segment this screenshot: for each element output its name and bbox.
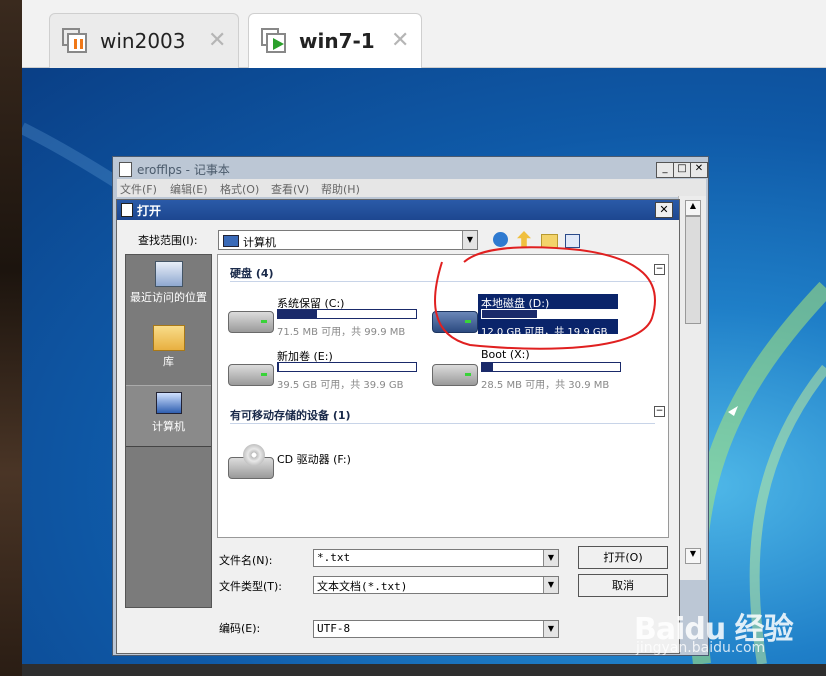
place-label: 最近访问的位置 [130, 291, 207, 304]
drive-f[interactable]: CD 驱动器 (F:) [220, 441, 420, 487]
encoding-combo[interactable]: UTF-8 ▼ [313, 620, 559, 638]
filename-value: *.txt [317, 551, 351, 564]
places-bar: 最近访问的位置 库 计算机 [125, 254, 212, 608]
vm-tab-label: win7-1 [299, 29, 375, 53]
nav-toolbar [493, 231, 593, 249]
lookin-combo[interactable]: 计算机 ▼ [218, 230, 478, 250]
notepad-titlebar: erofflps - 记事本 _ □ ✕ [117, 160, 708, 178]
notepad-icon [121, 203, 133, 217]
minimize-button[interactable]: _ [656, 162, 674, 178]
maximize-button[interactable]: □ [673, 162, 691, 178]
menu-format[interactable]: 格式(O) [220, 181, 259, 197]
close-icon[interactable]: ✕ [208, 28, 226, 53]
open-dialog: 打开 ✕ 查找范围(I): 计算机 ▼ 最近访问的位置 库 计算机 硬盘 (4)… [116, 199, 680, 654]
recent-places-icon [154, 261, 183, 287]
scroll-down-icon[interactable]: ▼ [685, 548, 701, 564]
collapse-icon[interactable]: − [654, 264, 665, 275]
dialog-close-button[interactable]: ✕ [655, 202, 673, 218]
group-header-removable[interactable]: 有可移动存储的设备 (1) [230, 407, 351, 423]
drive-c[interactable]: 系统保留 (C:) 71.5 MB 可用，共 99.9 MB [220, 295, 420, 341]
notepad-title: erofflps - 记事本 [137, 163, 230, 177]
scroll-up-icon[interactable]: ▲ [685, 200, 701, 216]
vm-paused-icon [62, 28, 87, 53]
notepad-menubar: 文件(F) 编辑(E) 格式(O) 查看(V) 帮助(H) [117, 179, 706, 197]
cd-drive-icon [228, 444, 274, 479]
vm-tab-win7-1[interactable]: win7-1 ✕ [248, 13, 422, 68]
harddisk-icon [432, 311, 478, 333]
filetype-label: 文件类型(T): [219, 580, 283, 593]
place-label: 计算机 [152, 420, 185, 433]
file-list: 硬盘 (4) − 系统保留 (C:) 71.5 MB 可用，共 99.9 MB … [217, 254, 669, 538]
drive-free-space: 28.5 MB 可用，共 30.9 MB [481, 380, 610, 391]
dialog-title: 打开 [137, 204, 162, 218]
place-recent[interactable]: 最近访问的位置 [126, 259, 211, 323]
drive-name: Boot (X:) [481, 348, 530, 361]
drive-usage-bar [481, 309, 621, 319]
menu-view[interactable]: 查看(V) [271, 181, 309, 197]
menu-file[interactable]: 文件(F) [120, 181, 157, 197]
watermark-url: jingyan.baidu.com [636, 640, 766, 656]
view-menu-icon[interactable] [565, 234, 580, 248]
place-library[interactable]: 库 [126, 325, 211, 377]
menu-edit[interactable]: 编辑(E) [170, 181, 208, 197]
harddisk-icon [228, 364, 274, 386]
vm-tab-bar: win2003 ✕ win7-1 ✕ [22, 0, 826, 68]
lookin-value: 计算机 [243, 236, 276, 249]
place-computer[interactable]: 计算机 [126, 385, 211, 447]
drive-name: CD 驱动器 (F:) [277, 453, 351, 466]
drive-free-space: 39.5 GB 可用，共 39.9 GB [277, 380, 404, 391]
harddisk-icon [228, 311, 274, 333]
dropdown-arrow-icon[interactable]: ▼ [543, 550, 558, 566]
library-icon [152, 325, 185, 351]
computer-icon [155, 392, 182, 414]
drive-d[interactable]: 本地磁盘 (D:) 12.0 GB 可用，共 19.9 GB [424, 294, 624, 341]
group-header-harddisks[interactable]: 硬盘 (4) [230, 265, 274, 281]
up-folder-icon[interactable] [517, 231, 531, 247]
dropdown-arrow-icon[interactable]: ▼ [543, 577, 558, 593]
vm-tab-win2003[interactable]: win2003 ✕ [49, 13, 239, 68]
drive-usage-bar [481, 362, 621, 372]
notepad-icon [119, 162, 132, 177]
encoding-value: UTF-8 [317, 622, 351, 635]
drive-free-space: 71.5 MB 可用，共 99.9 MB [277, 327, 406, 338]
new-folder-icon[interactable] [541, 234, 558, 248]
bottom-bar [22, 664, 826, 676]
back-icon[interactable] [493, 232, 508, 247]
drive-usage-bar [277, 362, 417, 372]
scroll-thumb[interactable] [685, 216, 701, 324]
group-divider [230, 281, 655, 282]
encoding-label: 编码(E): [219, 622, 261, 635]
drive-x[interactable]: Boot (X:) 28.5 MB 可用，共 30.9 MB [424, 348, 624, 394]
harddisk-icon [432, 364, 478, 386]
notepad-scrollbar[interactable]: ▲ ▼ [678, 196, 706, 580]
filetype-combo[interactable]: 文本文档(*.txt) ▼ [313, 576, 559, 594]
place-label: 库 [163, 355, 174, 368]
menu-help[interactable]: 帮助(H) [321, 181, 360, 197]
drive-free-space: 12.0 GB 可用，共 19.9 GB [481, 327, 608, 338]
open-button[interactable]: 打开(O) [578, 546, 668, 569]
background-strip [0, 0, 22, 676]
dropdown-arrow-icon[interactable]: ▼ [543, 621, 558, 637]
close-button[interactable]: ✕ [690, 162, 708, 178]
drive-usage-bar [277, 309, 417, 319]
computer-icon [223, 235, 239, 247]
filetype-value: 文本文档(*.txt) [317, 580, 408, 593]
collapse-icon[interactable]: − [654, 406, 665, 417]
filename-combo[interactable]: *.txt ▼ [313, 549, 559, 567]
vm-running-icon [261, 28, 286, 53]
dialog-titlebar: 打开 ✕ [117, 200, 679, 220]
cancel-button[interactable]: 取消 [578, 574, 668, 597]
filename-label: 文件名(N): [219, 554, 273, 567]
drive-e[interactable]: 新加卷 (E:) 39.5 GB 可用，共 39.9 GB [220, 348, 420, 394]
group-divider [230, 423, 655, 424]
lookin-label: 查找范围(I): [138, 234, 198, 247]
close-icon[interactable]: ✕ [391, 28, 409, 53]
dropdown-arrow-icon[interactable]: ▼ [462, 231, 477, 249]
vm-tab-label: win2003 [100, 29, 186, 53]
